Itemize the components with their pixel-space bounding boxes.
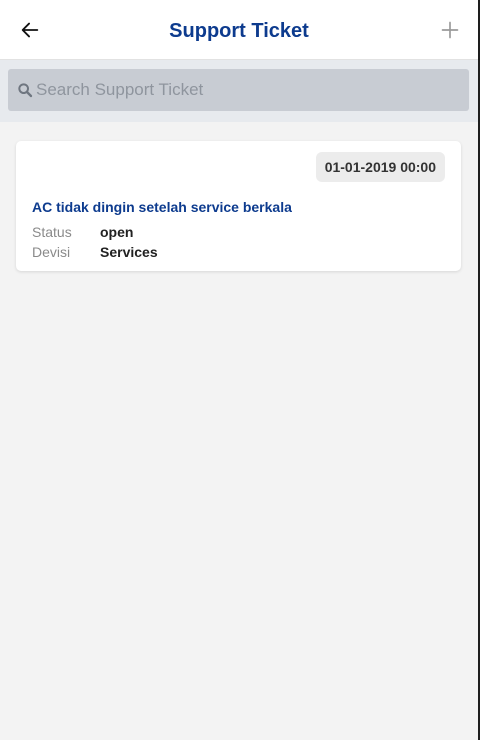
search-input[interactable]	[36, 80, 456, 100]
search-icon	[16, 81, 34, 99]
plus-icon	[441, 21, 459, 39]
arrow-left-icon	[21, 22, 39, 38]
page-title: Support Ticket	[169, 20, 309, 42]
ticket-date-badge: 01-01-2019 00:00	[315, 152, 445, 182]
ticket-division-row: Devisi Services	[32, 244, 158, 260]
app-screen: Support Ticket 01-01-2019 00:00 AC tidak…	[0, 0, 478, 740]
division-value: Services	[100, 244, 158, 260]
ticket-title: AC tidak dingin setelah service berkala	[32, 199, 292, 215]
ticket-card[interactable]: 01-01-2019 00:00 AC tidak dingin setelah…	[16, 141, 461, 271]
status-value: open	[100, 224, 134, 240]
back-button[interactable]	[14, 14, 46, 46]
division-label: Devisi	[32, 244, 71, 260]
search-box[interactable]	[8, 69, 469, 111]
status-label: Status	[32, 224, 72, 240]
ticket-list: 01-01-2019 00:00 AC tidak dingin setelah…	[16, 141, 461, 271]
ticket-status-row: Status open	[32, 224, 133, 240]
top-app-bar: Support Ticket	[0, 0, 478, 60]
add-ticket-button[interactable]	[434, 14, 466, 46]
search-bar-container	[0, 60, 478, 122]
